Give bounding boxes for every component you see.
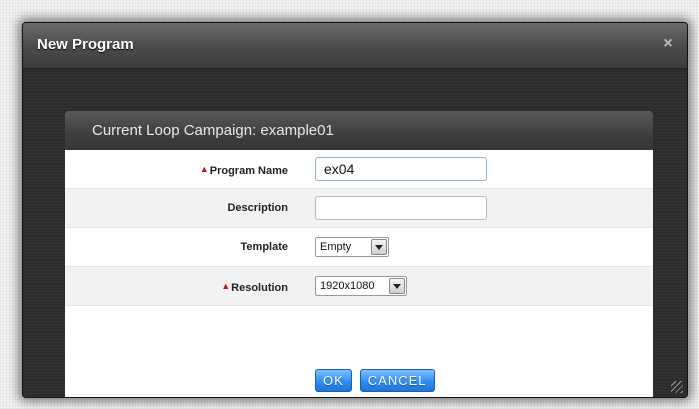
template-select[interactable]: Empty: [315, 237, 389, 257]
new-program-dialog: New Program × Current Loop Campaign: exa…: [22, 22, 688, 398]
required-marker-icon: ▲: [199, 164, 209, 174]
description-row: Description: [65, 189, 653, 228]
template-label: Template: [240, 241, 288, 253]
resolution-label-text: Resolution: [231, 282, 288, 294]
description-label: Description: [227, 202, 288, 214]
panel-heading: Current Loop Campaign: example01: [65, 111, 653, 150]
program-name-label-text: Program Name: [209, 165, 288, 177]
dialog-title: New Program: [37, 36, 134, 53]
resolution-row: ▲Resolution 1920x1080: [65, 267, 653, 306]
resolution-label: ▲Resolution: [221, 267, 288, 308]
close-icon[interactable]: ×: [659, 35, 677, 53]
program-name-input[interactable]: [315, 157, 487, 181]
required-marker-icon: ▲: [221, 281, 231, 291]
resolution-selected-value: 1920x1080: [320, 280, 375, 292]
program-name-label: ▲Program Name: [200, 150, 288, 191]
program-name-row: ▲Program Name: [65, 150, 653, 189]
resolution-select[interactable]: 1920x1080: [315, 276, 407, 296]
form-panel: Current Loop Campaign: example01 ▲Progra…: [65, 111, 653, 397]
template-row: Template Empty: [65, 228, 653, 267]
chevron-down-icon[interactable]: [389, 278, 405, 294]
chevron-down-icon[interactable]: [371, 239, 387, 255]
resize-grip-icon[interactable]: [671, 381, 683, 393]
cancel-button[interactable]: CANCEL: [359, 369, 435, 392]
button-bar: OK CANCEL: [315, 369, 435, 392]
template-selected-value: Empty: [320, 241, 352, 253]
dialog-body: Current Loop Campaign: example01 ▲Progra…: [23, 70, 687, 397]
ok-button[interactable]: OK: [315, 369, 352, 392]
dialog-titlebar[interactable]: New Program ×: [23, 23, 687, 69]
description-input[interactable]: [315, 196, 487, 220]
screen: New Program × Current Loop Campaign: exa…: [0, 0, 699, 409]
